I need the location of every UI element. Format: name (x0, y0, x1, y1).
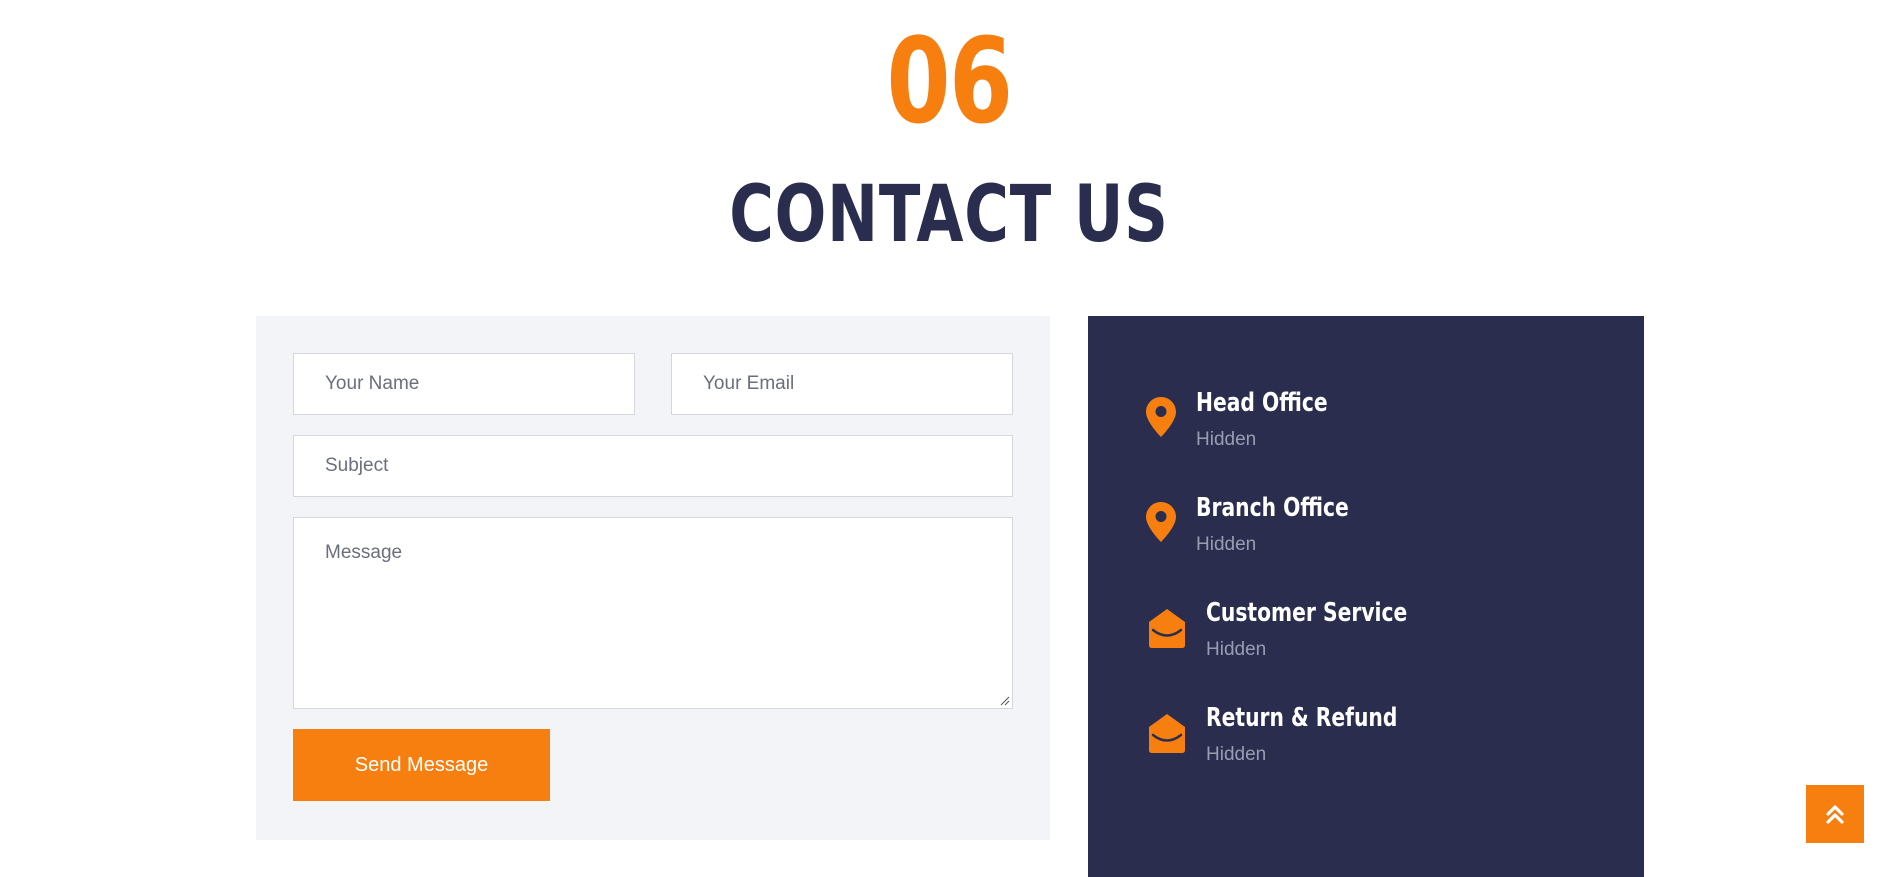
page: 06 CONTACT US Send Message Head Office H… (0, 0, 1898, 877)
contact-info-panel: Head Office Hidden Branch Office Hidden … (1088, 316, 1644, 877)
email-input[interactable] (671, 353, 1013, 415)
section-number: 06 (886, 12, 1014, 150)
name-input[interactable] (293, 353, 635, 415)
envelope-open-icon (1149, 609, 1185, 648)
map-marker-icon (1146, 397, 1176, 437)
info-value: Hidden (1206, 639, 1267, 660)
info-title: Return & Refund (1206, 703, 1398, 733)
scroll-to-top-button[interactable] (1806, 785, 1864, 843)
double-chevron-up-icon (1826, 805, 1844, 824)
contact-form: Send Message (256, 316, 1050, 840)
map-marker-icon (1146, 502, 1176, 542)
info-value: Hidden (1196, 534, 1257, 555)
info-value: Hidden (1206, 744, 1267, 765)
info-title: Head Office (1196, 388, 1328, 418)
message-textarea[interactable] (293, 517, 1013, 709)
info-title: Branch Office (1196, 493, 1349, 523)
resize-grip-icon[interactable] (1000, 696, 1010, 706)
subject-input[interactable] (293, 435, 1013, 497)
info-title: Customer Service (1206, 598, 1408, 628)
section-title: CONTACT US (729, 170, 1169, 260)
envelope-open-icon (1149, 714, 1185, 753)
send-message-button[interactable]: Send Message (293, 729, 550, 801)
info-value: Hidden (1196, 429, 1257, 450)
